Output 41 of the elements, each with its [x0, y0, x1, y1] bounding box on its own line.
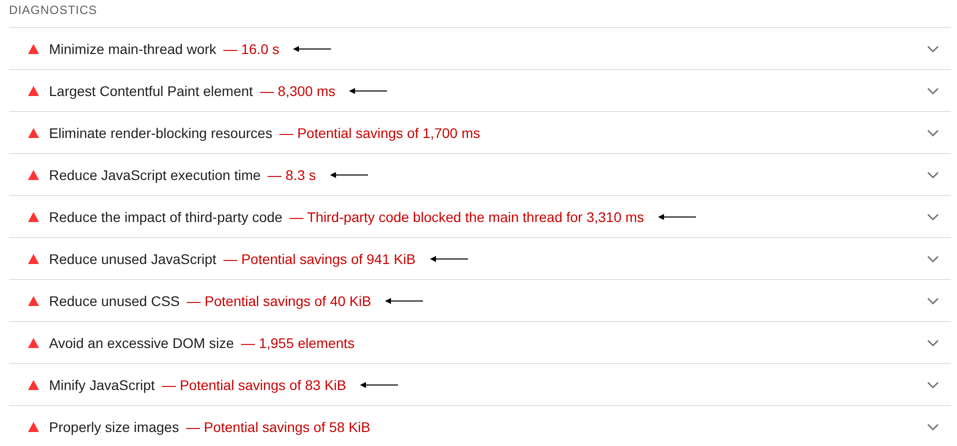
audit-title: Reduce the impact of third-party code — [49, 208, 282, 224]
chevron-icon[interactable] — [927, 380, 939, 388]
warning-triangle-icon — [28, 86, 39, 96]
audit-title: Minimize main-thread work — [49, 40, 216, 56]
audit-title: Minify JavaScript — [49, 376, 155, 392]
audit-detail: — Potential savings of 83 KiB — [162, 376, 346, 392]
chevron-icon[interactable] — [927, 254, 939, 262]
audit-detail: — Potential savings of 1,700 ms — [279, 124, 480, 140]
section-title: DIAGNOSTICS — [9, 2, 98, 19]
chevron-icon[interactable] — [927, 170, 939, 178]
audit-detail: — 8,300 ms — [260, 82, 336, 98]
audit-title: Largest Contentful Paint element — [49, 82, 253, 98]
audit-title: Reduce JavaScript execution time — [49, 166, 261, 182]
chevron-icon[interactable] — [927, 86, 939, 94]
audit-detail: — Potential savings of 40 KiB — [186, 292, 372, 308]
audit-detail: — Third-party code blocked the main thread for 3,310 ms — [289, 208, 644, 224]
warning-triangle-icon — [28, 170, 39, 180]
audit-title: Reduce unused CSS — [49, 292, 180, 308]
audit-detail: — Potential savings of 58 KiB — [186, 418, 370, 434]
warning-triangle-icon — [28, 338, 39, 348]
warning-triangle-icon — [28, 380, 39, 390]
audit-detail: — 1,955 elements — [240, 334, 355, 350]
warning-triangle-icon — [28, 212, 39, 222]
chevron-icon[interactable] — [927, 128, 939, 136]
chevron-icon[interactable] — [927, 338, 939, 346]
audit-title: Avoid an excessive DOM size — [49, 334, 234, 350]
chevron-icon[interactable] — [927, 422, 939, 430]
warning-triangle-icon — [28, 422, 39, 432]
warning-triangle-icon — [28, 296, 39, 306]
chevron-icon[interactable] — [927, 44, 939, 52]
audit-detail: — 8.3 s — [268, 166, 316, 182]
audit-title: Eliminate render-blocking resources — [49, 124, 272, 140]
warning-triangle-icon — [28, 254, 39, 264]
warning-triangle-icon — [28, 128, 39, 138]
audit-title: Reduce unused JavaScript — [49, 250, 216, 266]
warning-triangle-icon — [28, 44, 39, 54]
audit-title: Properly size images — [49, 418, 179, 434]
audit-detail: — Potential savings of 941 KiB — [223, 250, 416, 266]
audit-detail: — 16.0 s — [223, 40, 280, 56]
chevron-icon[interactable] — [927, 212, 939, 220]
chevron-icon[interactable] — [927, 296, 939, 304]
